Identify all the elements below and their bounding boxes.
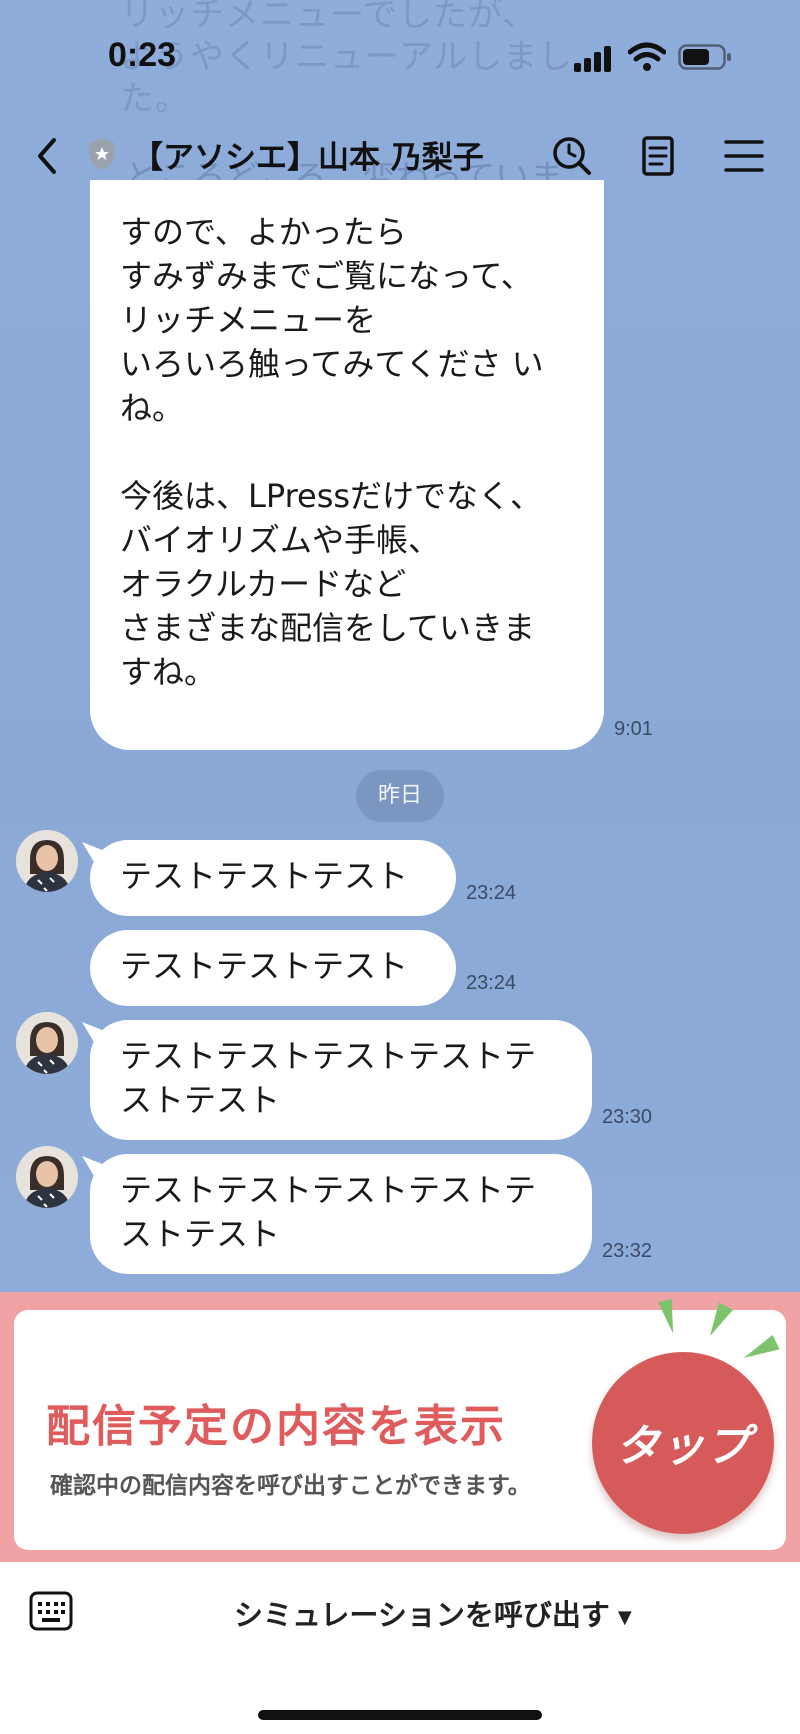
battery-icon [678, 44, 731, 70]
message-line: ストテスト [120, 1081, 281, 1119]
message-line: オラクルカードなど [120, 565, 407, 603]
rich-menu-title: 配信予定の内容を表示 [46, 1401, 506, 1452]
message-line: さまざまな配信をしていきま [120, 609, 536, 647]
message-bubble[interactable]: テストテストテスト [90, 930, 456, 1006]
rich-menu-subtitle: 確認中の配信内容を呼び出すことができます。 [50, 1473, 531, 1499]
rich-menu-toggle[interactable]: シミュレーションを呼び出す ▼ [234, 1592, 632, 1634]
message-line: いろいろ触ってみてくださ い [120, 345, 544, 383]
bottom-bar: シミュレーションを呼び出す ▼ [0, 1562, 800, 1734]
message-line: バイオリズムや手帳、 [120, 521, 441, 559]
message-timestamp: 23:32 [602, 1240, 653, 1262]
message-timestamp: 23:24 [466, 972, 517, 994]
message-timestamp: 23:24 [466, 882, 517, 904]
date-divider: 昨日 [356, 770, 444, 822]
message-line: すので、よかったら [120, 213, 407, 251]
tap-button[interactable]: タップ [592, 1352, 774, 1534]
message-bubble[interactable]: すので、よかったら すみずみまでご覧になって、 リッチメニューを いろいろ触って… [90, 180, 604, 750]
chat-area[interactable]: リッチメニューでしたが、 ようやくリニューアルしまし た。 ところどころ、変わっ… [0, 0, 800, 1292]
avatar-photo-icon [16, 1012, 78, 1074]
message-line: テストテストテストテストテ [120, 1171, 537, 1209]
message-text: テストテストテスト [120, 947, 409, 985]
avatar[interactable] [16, 830, 78, 892]
avatar-photo-icon [16, 830, 78, 892]
message-timestamp: 9:01 [614, 718, 653, 740]
verified-shield-icon [89, 138, 115, 170]
status-bar: 0:23 [0, 0, 800, 120]
rich-menu-toggle-label: シミュレーションを呼び出す [234, 1598, 610, 1632]
chat-header: 【アソシエ】山本 乃梨子 [0, 120, 800, 192]
search-icon[interactable] [548, 132, 596, 180]
wifi-icon [628, 42, 666, 71]
keyboard-icon[interactable] [28, 1590, 74, 1632]
chat-title: 【アソシエ】山本 乃梨子 [132, 140, 484, 176]
avatar-photo-icon [16, 1146, 78, 1208]
avatar[interactable] [16, 1146, 78, 1208]
caret-down-icon: ▼ [617, 1606, 632, 1628]
message-timestamp: 23:30 [602, 1106, 653, 1128]
tap-button-label: タップ [615, 1421, 751, 1472]
back-arrow-icon[interactable] [28, 134, 68, 178]
home-indicator[interactable] [258, 1710, 542, 1720]
message-bubble[interactable]: テストテストテストテストテ ストテスト [90, 1154, 592, 1274]
message-text: テストテストテスト [120, 857, 409, 895]
avatar[interactable] [16, 1012, 78, 1074]
message-bubble[interactable]: テストテストテスト [90, 840, 456, 916]
notes-icon[interactable] [634, 132, 682, 180]
message-bubble[interactable]: テストテストテストテストテ ストテスト [90, 1020, 592, 1140]
message-line: 今後は、LPressだけでなく、 [120, 477, 543, 515]
message-line: ね。 [120, 389, 185, 427]
message-line: すみずみまでご覧になって、 [120, 257, 533, 295]
status-time: 0:23 [108, 36, 177, 74]
message-line: テストテストテストテストテ [120, 1037, 537, 1075]
message-line: すね。 [120, 653, 217, 691]
hamburger-menu-icon[interactable] [720, 132, 768, 180]
message-line: ストテスト [120, 1215, 281, 1253]
message-line: リッチメニューを [120, 301, 377, 339]
signal-icon [574, 46, 614, 72]
